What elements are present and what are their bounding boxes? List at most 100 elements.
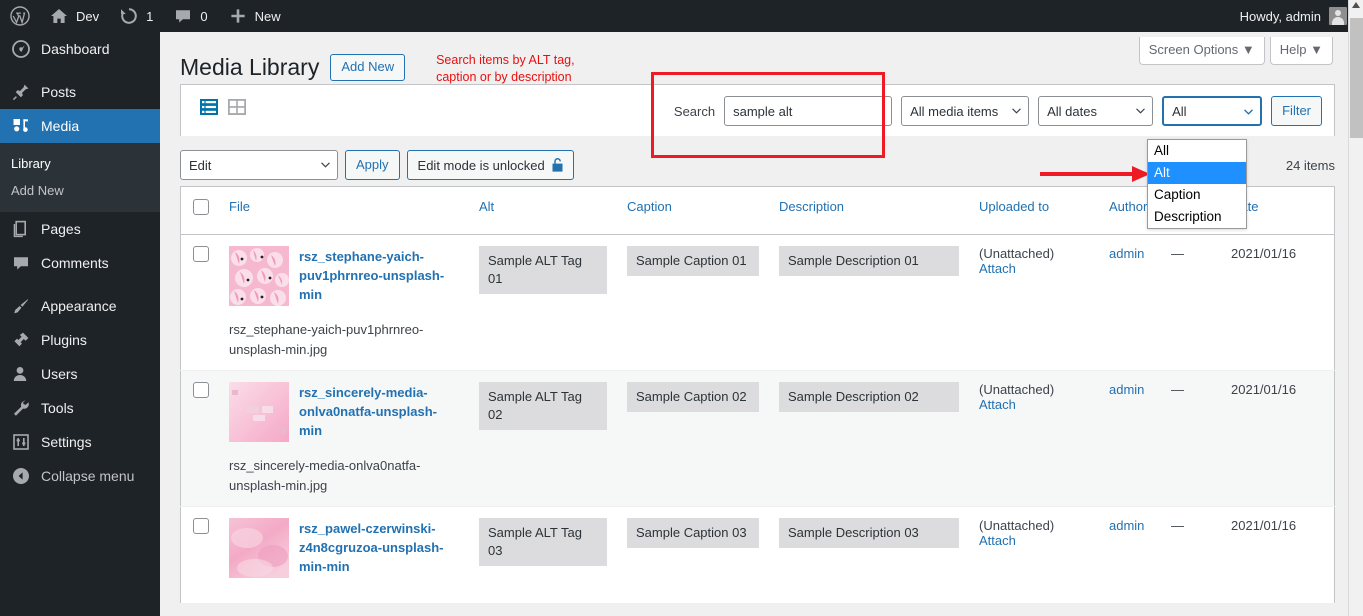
home-icon xyxy=(51,9,67,23)
plug-icon xyxy=(14,332,29,347)
caption-field[interactable]: Sample Caption 02 xyxy=(627,382,759,413)
field-filter-dropdown-menu[interactable]: All Alt Caption Description xyxy=(1147,139,1247,229)
grid-view-icon[interactable] xyxy=(227,97,247,117)
add-new-button[interactable]: Add New xyxy=(330,54,406,81)
search-input[interactable] xyxy=(724,96,893,126)
author-cell: admin xyxy=(1099,506,1161,603)
dropdown-option-alt[interactable]: Alt xyxy=(1148,162,1246,184)
date-value: 2021/01/16 xyxy=(1231,382,1297,397)
author-link[interactable]: admin xyxy=(1109,382,1151,397)
description-field[interactable]: Sample Description 02 xyxy=(779,382,959,413)
collapse-menu-button[interactable]: Collapse menu xyxy=(0,459,160,493)
description-field[interactable]: Sample Description 03 xyxy=(779,518,959,549)
column-file[interactable]: File xyxy=(219,186,469,235)
description-cell: Sample Description 02 xyxy=(769,370,969,507)
attach-link[interactable]: Attach xyxy=(979,397,1089,412)
field-filter-select[interactable]: All xyxy=(1162,96,1263,126)
thumbnail-pink-watercolor[interactable] xyxy=(229,518,289,578)
select-all-checkbox[interactable] xyxy=(193,199,209,215)
alt-field[interactable]: Sample ALT Tag 01 xyxy=(479,246,607,295)
scroll-up-arrow-icon[interactable] xyxy=(1352,2,1360,8)
sidebar-item-library[interactable]: Library xyxy=(0,150,160,177)
sidebar-item-tools[interactable]: Tools xyxy=(0,391,160,425)
sidebar-item-appearance[interactable]: Appearance xyxy=(0,289,160,323)
sidebar-item-posts[interactable]: Posts xyxy=(0,75,160,109)
file-cell: rsz_sincerely-media-onlva0natfa-unsplash… xyxy=(219,370,469,507)
column-description[interactable]: Description xyxy=(769,186,969,235)
bulk-action-select[interactable]: Edit xyxy=(180,150,338,180)
wordpress-logo-icon xyxy=(10,6,30,26)
sidebar-item-dashboard[interactable]: Dashboard xyxy=(0,32,160,66)
page-scrollbar[interactable] xyxy=(1348,0,1363,616)
scrollbar-thumb[interactable] xyxy=(1350,18,1363,138)
date-filter-select[interactable]: All dates xyxy=(1038,96,1154,126)
thumbnail-flamingos[interactable] xyxy=(229,246,289,306)
file-cell: rsz_stephane-yaich-puv1phrnreo-unsplash-… xyxy=(219,234,469,371)
date-value: 2021/01/16 xyxy=(1231,518,1297,533)
column-uploaded-to[interactable]: Uploaded to xyxy=(969,186,1099,235)
author-link[interactable]: admin xyxy=(1109,518,1151,533)
search-filters: Search All media items All dates All xyxy=(674,96,1322,126)
search-label: Search xyxy=(673,103,716,119)
media-type-filter-select[interactable]: All media items xyxy=(901,96,1030,126)
sidebar-item-add-new[interactable]: Add New xyxy=(0,177,160,204)
author-link[interactable]: admin xyxy=(1109,246,1151,261)
admin-sidebar-menu: Dashboard Posts Media Library Add New Pa… xyxy=(0,32,168,616)
comments-menu[interactable]: 0 xyxy=(163,0,217,32)
row-checkbox[interactable] xyxy=(193,518,209,534)
column-alt[interactable]: Alt xyxy=(469,186,617,235)
filter-button[interactable]: Filter xyxy=(1271,96,1322,126)
row-select-cell xyxy=(180,506,219,603)
sidebar-item-comments[interactable]: Comments xyxy=(0,246,160,280)
row-checkbox[interactable] xyxy=(193,382,209,398)
media-table-body: rsz_stephane-yaich-puv1phrnreo-unsplash-… xyxy=(180,234,1335,603)
sidebar-item-users[interactable]: Users xyxy=(0,357,160,391)
my-account-menu[interactable]: Howdy, admin xyxy=(1240,7,1363,25)
attach-link[interactable]: Attach xyxy=(979,261,1089,276)
column-caption[interactable]: Caption xyxy=(617,186,769,235)
bulk-action-value: Edit xyxy=(189,157,212,173)
sidebar-item-plugins[interactable]: Plugins xyxy=(0,323,160,357)
admin-bar: Dev 1 0 New Howdy, admin xyxy=(0,0,1363,32)
caption-field[interactable]: Sample Caption 01 xyxy=(627,246,759,277)
search-annotation-text: Search items by ALT tag, caption or by d… xyxy=(436,52,575,84)
comments-cell: — xyxy=(1161,234,1221,371)
red-arrow-pointer xyxy=(1040,166,1150,182)
description-cell: Sample Description 01 xyxy=(769,234,969,371)
dropdown-option-caption[interactable]: Caption xyxy=(1148,184,1246,206)
new-label: New xyxy=(254,8,281,24)
uploaded-to-cell: (Unattached) Attach xyxy=(969,506,1099,603)
pages-icon xyxy=(13,220,26,238)
alt-field[interactable]: Sample ALT Tag 02 xyxy=(479,382,607,431)
updates-menu[interactable]: 1 xyxy=(109,0,163,32)
comments-cell: — xyxy=(1161,506,1221,603)
sidebar-item-label: Media xyxy=(41,118,80,134)
edit-mode-label: Edit mode is unlocked xyxy=(417,157,545,173)
thumbnail-pink-gradient[interactable] xyxy=(229,382,289,442)
uploaded-to-value: (Unattached) xyxy=(979,382,1055,397)
screen-options-button[interactable]: Screen Options ▼ xyxy=(1138,37,1265,65)
chevron-down-icon xyxy=(1136,108,1145,114)
sidebar-item-settings[interactable]: Settings xyxy=(0,425,160,459)
list-view-icon[interactable] xyxy=(199,97,219,117)
apply-button[interactable]: Apply xyxy=(345,150,400,180)
dropdown-option-all[interactable]: All xyxy=(1148,140,1246,162)
description-field[interactable]: Sample Description 01 xyxy=(779,246,959,277)
sidebar-item-pages[interactable]: Pages xyxy=(0,212,160,246)
help-button[interactable]: Help ▼ xyxy=(1269,37,1333,65)
row-checkbox[interactable] xyxy=(193,246,209,262)
uploaded-to-value: (Unattached) xyxy=(979,518,1055,533)
page-wrap: Media Library Add New Search items by AL… xyxy=(160,32,1355,603)
attach-link[interactable]: Attach xyxy=(979,533,1089,548)
sidebar-item-label: Appearance xyxy=(41,298,117,314)
wordpress-logo-button[interactable] xyxy=(0,0,39,32)
dropdown-option-description[interactable]: Description xyxy=(1148,206,1246,228)
caption-field[interactable]: Sample Caption 03 xyxy=(627,518,759,549)
site-name-menu[interactable]: Dev xyxy=(39,0,109,32)
comments-value: — xyxy=(1171,382,1184,397)
edit-mode-toggle-button[interactable]: Edit mode is unlocked xyxy=(406,150,574,180)
collapse-icon xyxy=(13,468,29,484)
alt-field[interactable]: Sample ALT Tag 03 xyxy=(479,518,607,567)
new-content-menu[interactable]: New xyxy=(218,0,291,32)
sidebar-item-media[interactable]: Media xyxy=(0,109,168,143)
